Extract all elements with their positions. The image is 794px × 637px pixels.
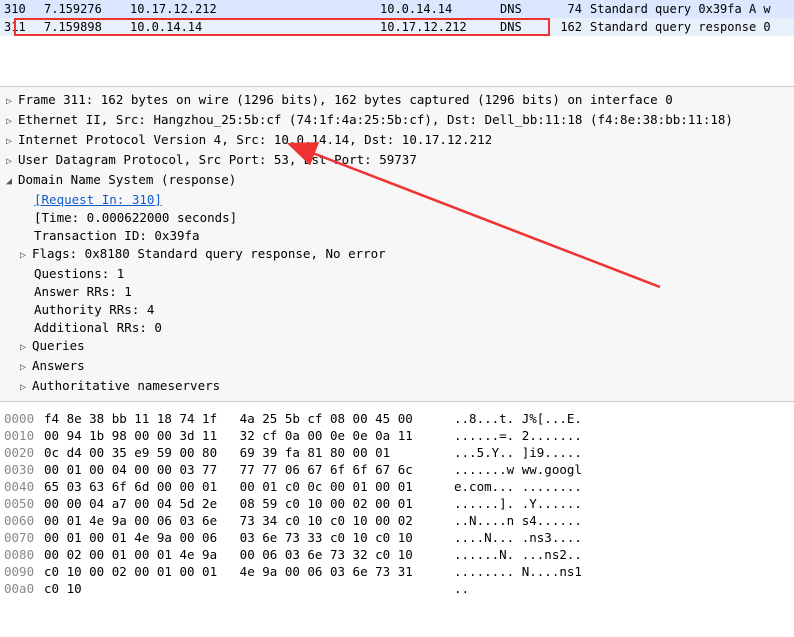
hex-bytes: 0c d4 00 35 e9 59 00 80 69 39 fa 81 80 0… — [44, 444, 454, 461]
hex-ascii: ..N....n s4...... — [454, 512, 582, 529]
hex-ascii: e.com... ........ — [454, 478, 582, 495]
cell-info: Standard query response 0 — [586, 18, 794, 36]
detail-dns-additional-rrs: Additional RRs: 0 — [0, 319, 794, 337]
hex-ascii: .. — [454, 580, 469, 597]
hex-bytes: c0 10 — [44, 580, 454, 597]
cell-no: 311 — [0, 18, 40, 36]
expand-icon[interactable]: ▷ — [6, 133, 18, 151]
detail-eth[interactable]: ▷Ethernet II, Src: Hangzhou_25:5b:cf (74… — [0, 111, 794, 131]
detail-dns-flags[interactable]: ▷Flags: 0x8180 Standard query response, … — [0, 245, 794, 265]
cell-info: Standard query 0x39fa A w — [586, 0, 794, 18]
hex-dump-pane[interactable]: 0000f4 8e 38 bb 11 18 74 1f 4a 25 5b cf … — [0, 408, 794, 599]
detail-dns-queries[interactable]: ▷Queries — [0, 337, 794, 357]
cell-dst: 10.0.14.14 — [376, 0, 496, 18]
hex-offset: 00a0 — [0, 580, 44, 597]
hex-ascii: .......w ww.googl — [454, 461, 582, 478]
table-row[interactable]: 311 7.159898 10.0.14.14 10.17.12.212 DNS… — [0, 18, 794, 36]
hex-offset: 0000 — [0, 410, 44, 427]
detail-dns-answers[interactable]: ▷Answers — [0, 357, 794, 377]
cell-proto: DNS — [496, 18, 550, 36]
cell-no: 310 — [0, 0, 40, 18]
hex-offset: 0060 — [0, 512, 44, 529]
hex-ascii: ........ N....ns1 — [454, 563, 582, 580]
detail-dns-authority-rrs: Authority RRs: 4 — [0, 301, 794, 319]
hex-row[interactable]: 00a0c0 10.. — [0, 580, 794, 597]
hex-bytes: f4 8e 38 bb 11 18 74 1f 4a 25 5b cf 08 0… — [44, 410, 454, 427]
cell-proto: DNS — [496, 0, 550, 18]
hex-row[interactable]: 006000 01 4e 9a 00 06 03 6e 73 34 c0 10 … — [0, 512, 794, 529]
detail-dns-answer-rrs: Answer RRs: 1 — [0, 283, 794, 301]
hex-row[interactable]: 0090c0 10 00 02 00 01 00 01 4e 9a 00 06 … — [0, 563, 794, 580]
hex-ascii: ..8...t. J%[...E. — [454, 410, 582, 427]
hex-row[interactable]: 007000 01 00 01 4e 9a 00 06 03 6e 73 33 … — [0, 529, 794, 546]
hex-offset: 0030 — [0, 461, 44, 478]
hex-bytes: 00 00 04 a7 00 04 5d 2e 08 59 c0 10 00 0… — [44, 495, 454, 512]
hex-bytes: 00 01 4e 9a 00 06 03 6e 73 34 c0 10 c0 1… — [44, 512, 454, 529]
hex-bytes: 00 94 1b 98 00 00 3d 11 32 cf 0a 00 0e 0… — [44, 427, 454, 444]
cell-src: 10.17.12.212 — [126, 0, 376, 18]
hex-ascii: ...5.Y.. ]i9..... — [454, 444, 582, 461]
detail-dns-tid: Transaction ID: 0x39fa — [0, 227, 794, 245]
hex-bytes: 00 01 00 04 00 00 03 77 77 77 06 67 6f 6… — [44, 461, 454, 478]
hex-row[interactable]: 003000 01 00 04 00 00 03 77 77 77 06 67 … — [0, 461, 794, 478]
detail-dns-questions: Questions: 1 — [0, 265, 794, 283]
hex-row[interactable]: 008000 02 00 01 00 01 4e 9a 00 06 03 6e … — [0, 546, 794, 563]
packet-details-pane[interactable]: ▷Frame 311: 162 bytes on wire (1296 bits… — [0, 86, 794, 402]
hex-ascii: ......=. 2....... — [454, 427, 582, 444]
expand-icon[interactable]: ▷ — [6, 153, 18, 171]
hex-ascii: ....N... .ns3.... — [454, 529, 582, 546]
table-row[interactable]: 310 7.159276 10.17.12.212 10.0.14.14 DNS… — [0, 0, 794, 18]
hex-row[interactable]: 00200c d4 00 35 e9 59 00 80 69 39 fa 81 … — [0, 444, 794, 461]
detail-dns-time: [Time: 0.000622000 seconds] — [0, 209, 794, 227]
hex-bytes: 00 02 00 01 00 01 4e 9a 00 06 03 6e 73 3… — [44, 546, 454, 563]
detail-frame[interactable]: ▷Frame 311: 162 bytes on wire (1296 bits… — [0, 91, 794, 111]
expand-icon[interactable]: ▷ — [20, 359, 32, 377]
hex-offset: 0040 — [0, 478, 44, 495]
cell-len: 74 — [550, 0, 586, 18]
hex-row[interactable]: 005000 00 04 a7 00 04 5d 2e 08 59 c0 10 … — [0, 495, 794, 512]
hex-offset: 0070 — [0, 529, 44, 546]
hex-row[interactable]: 001000 94 1b 98 00 00 3d 11 32 cf 0a 00 … — [0, 427, 794, 444]
hex-ascii: ......N. ...ns2.. — [454, 546, 582, 563]
cell-src: 10.0.14.14 — [126, 18, 376, 36]
hex-offset: 0080 — [0, 546, 44, 563]
detail-udp[interactable]: ▷User Datagram Protocol, Src Port: 53, D… — [0, 151, 794, 171]
hex-offset: 0050 — [0, 495, 44, 512]
expand-icon[interactable]: ▷ — [20, 379, 32, 397]
cell-time: 7.159276 — [40, 0, 126, 18]
expand-icon[interactable]: ▷ — [20, 339, 32, 357]
hex-bytes: 00 01 00 01 4e 9a 00 06 03 6e 73 33 c0 1… — [44, 529, 454, 546]
cell-dst: 10.17.12.212 — [376, 18, 496, 36]
detail-dns-authns[interactable]: ▷Authoritative nameservers — [0, 377, 794, 397]
hex-offset: 0020 — [0, 444, 44, 461]
collapse-icon[interactable]: ◢ — [6, 173, 18, 191]
detail-dns[interactable]: ◢Domain Name System (response) — [0, 171, 794, 191]
hex-row[interactable]: 0000f4 8e 38 bb 11 18 74 1f 4a 25 5b cf … — [0, 410, 794, 427]
cell-len: 162 — [550, 18, 586, 36]
hex-bytes: 65 03 63 6f 6d 00 00 01 00 01 c0 0c 00 0… — [44, 478, 454, 495]
hex-bytes: c0 10 00 02 00 01 00 01 4e 9a 00 06 03 6… — [44, 563, 454, 580]
detail-dns-request-link[interactable]: [Request In: 310] — [0, 191, 794, 209]
hex-offset: 0010 — [0, 427, 44, 444]
hex-row[interactable]: 004065 03 63 6f 6d 00 00 01 00 01 c0 0c … — [0, 478, 794, 495]
expand-icon[interactable]: ▷ — [6, 113, 18, 131]
packet-list-table[interactable]: 310 7.159276 10.17.12.212 10.0.14.14 DNS… — [0, 0, 794, 36]
expand-icon[interactable]: ▷ — [6, 93, 18, 111]
expand-icon[interactable]: ▷ — [20, 247, 32, 265]
cell-time: 7.159898 — [40, 18, 126, 36]
hex-ascii: ......]. .Y...... — [454, 495, 582, 512]
hex-offset: 0090 — [0, 563, 44, 580]
detail-ip[interactable]: ▷Internet Protocol Version 4, Src: 10.0.… — [0, 131, 794, 151]
